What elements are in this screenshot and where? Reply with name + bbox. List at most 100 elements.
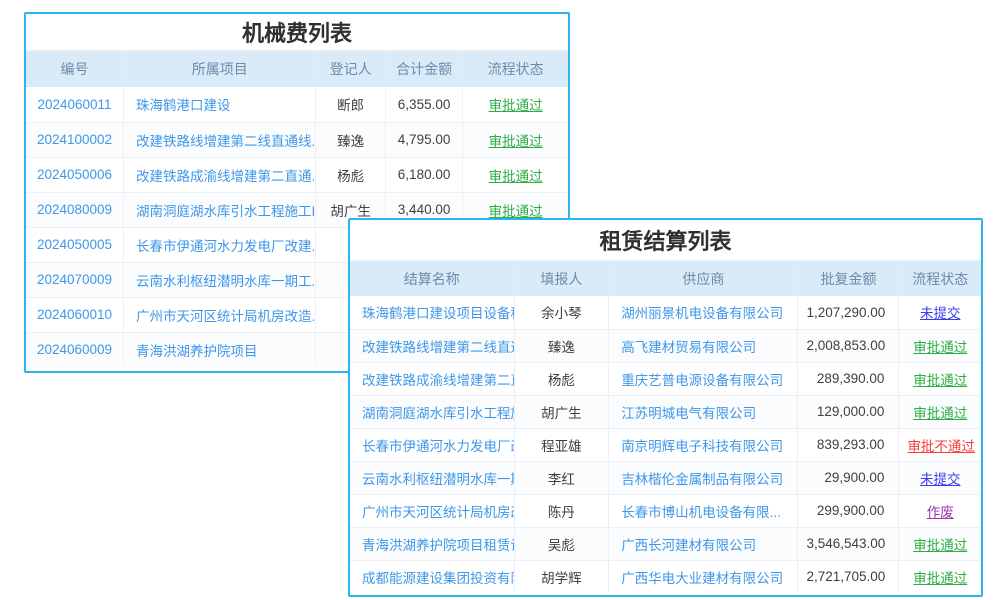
project-link[interactable]: 改建铁路线增建第二线直通线... <box>136 134 316 149</box>
cell-id[interactable]: 2024050005 <box>26 227 124 262</box>
column-header-amount: 合计金额 <box>385 51 463 87</box>
cell-supplier[interactable]: 高飞建材贸易有限公司 <box>609 329 798 362</box>
table-row: 长春市伊通河水力发电厂改建工程...程亚雄南京明辉电子科技有限公司839,293… <box>350 428 981 461</box>
cell-status[interactable]: 未提交 <box>899 461 981 494</box>
id-link[interactable]: 2024050005 <box>37 237 112 252</box>
cell-name[interactable]: 广州市天河区统计局机房改造项目 <box>350 494 514 527</box>
cell-name[interactable]: 湖南洞庭湖水库引水工程施工I标设... <box>350 395 514 428</box>
cell-project[interactable]: 珠海鹤港口建设 <box>124 87 316 122</box>
status-badge[interactable]: 未提交 <box>920 472 961 487</box>
name-link[interactable]: 云南水利枢纽潜明水库一期工程施... <box>362 472 514 487</box>
cell-status[interactable]: 审批通过 <box>463 157 568 192</box>
cell-supplier[interactable]: 长春市博山机电设备有限... <box>609 494 798 527</box>
status-badge[interactable]: 审批通过 <box>489 204 543 219</box>
cell-name[interactable]: 改建铁路成渝线增建第二直通线（... <box>350 362 514 395</box>
column-header-filler: 填报人 <box>514 261 609 296</box>
cell-supplier[interactable]: 广西华电大业建材有限公司 <box>609 560 798 593</box>
cell-name[interactable]: 珠海鹤港口建设项目设备租赁结算 <box>350 296 514 329</box>
cell-supplier[interactable]: 重庆艺普电源设备有限公司 <box>609 362 798 395</box>
cell-filler: 李红 <box>514 461 609 494</box>
supplier-link[interactable]: 广西华电大业建材有限公司 <box>621 571 783 586</box>
cell-id[interactable]: 2024060010 <box>26 297 124 332</box>
cell-project[interactable]: 青海洪湖养护院项目 <box>124 332 316 367</box>
cell-project[interactable]: 湖南洞庭湖水库引水工程施工I标 <box>124 192 316 227</box>
cell-status[interactable]: 审批通过 <box>899 329 981 362</box>
cell-supplier[interactable]: 南京明辉电子科技有限公司 <box>609 428 798 461</box>
cell-id[interactable]: 2024080009 <box>26 192 124 227</box>
cell-project[interactable]: 长春市伊通河水力发电厂改建... <box>124 227 316 262</box>
supplier-link[interactable]: 重庆艺普电源设备有限公司 <box>621 373 783 388</box>
cell-status[interactable]: 作废 <box>899 494 981 527</box>
supplier-link[interactable]: 南京明辉电子科技有限公司 <box>621 439 783 454</box>
status-badge[interactable]: 审批通过 <box>913 571 967 586</box>
id-link[interactable]: 2024060011 <box>37 97 111 112</box>
status-badge[interactable]: 审批通过 <box>489 98 543 113</box>
status-badge[interactable]: 审批不通过 <box>907 439 975 454</box>
status-badge[interactable]: 未提交 <box>920 306 961 321</box>
name-link[interactable]: 湖南洞庭湖水库引水工程施工I标设... <box>362 406 514 421</box>
cell-supplier[interactable]: 广西长河建材有限公司 <box>609 527 798 560</box>
supplier-link[interactable]: 长春市博山机电设备有限... <box>621 505 781 520</box>
cell-name[interactable]: 云南水利枢纽潜明水库一期工程施... <box>350 461 514 494</box>
supplier-link[interactable]: 高飞建材贸易有限公司 <box>621 340 756 355</box>
status-badge[interactable]: 审批通过 <box>913 406 967 421</box>
cell-id[interactable]: 2024060009 <box>26 332 124 367</box>
project-link[interactable]: 广州市天河区统计局机房改造... <box>136 309 316 324</box>
cell-id[interactable]: 2024070009 <box>26 262 124 297</box>
project-link[interactable]: 云南水利枢纽潜明水库一期工... <box>136 274 316 289</box>
id-link[interactable]: 2024080009 <box>37 202 112 217</box>
id-link[interactable]: 2024060010 <box>37 307 112 322</box>
cell-supplier[interactable]: 江苏明城电气有限公司 <box>609 395 798 428</box>
status-badge[interactable]: 作废 <box>927 505 954 520</box>
cell-supplier[interactable]: 湖州丽景机电设备有限公司 <box>609 296 798 329</box>
column-header-name: 结算名称 <box>350 261 514 296</box>
cell-status[interactable]: 未提交 <box>899 296 981 329</box>
cell-id[interactable]: 2024050006 <box>26 157 124 192</box>
cell-name[interactable]: 成都能源建设集团投资有限公司临... <box>350 560 514 593</box>
supplier-link[interactable]: 广西长河建材有限公司 <box>621 538 756 553</box>
project-link[interactable]: 青海洪湖养护院项目 <box>136 344 258 359</box>
cell-status[interactable]: 审批通过 <box>463 87 568 122</box>
cell-name[interactable]: 改建铁路线增建第二线直通线（成... <box>350 329 514 362</box>
status-badge[interactable]: 审批通过 <box>913 538 967 553</box>
supplier-link[interactable]: 吉林楷伦金属制品有限公司 <box>621 472 783 487</box>
cell-project[interactable]: 云南水利枢纽潜明水库一期工... <box>124 262 316 297</box>
name-link[interactable]: 广州市天河区统计局机房改造项目 <box>362 505 514 520</box>
cell-status[interactable]: 审批通过 <box>899 362 981 395</box>
cell-name[interactable]: 长春市伊通河水力发电厂改建工程... <box>350 428 514 461</box>
id-link[interactable]: 2024070009 <box>37 272 112 287</box>
cell-name[interactable]: 青海洪湖养护院项目租赁设备结算 <box>350 527 514 560</box>
status-badge[interactable]: 审批通过 <box>913 373 967 388</box>
name-link[interactable]: 改建铁路线增建第二线直通线（成... <box>362 340 514 355</box>
cell-status[interactable]: 审批不通过 <box>899 428 981 461</box>
name-link[interactable]: 成都能源建设集团投资有限公司临... <box>362 571 514 586</box>
name-link[interactable]: 青海洪湖养护院项目租赁设备结算 <box>362 538 514 553</box>
status-badge[interactable]: 审批通过 <box>489 169 543 184</box>
id-link[interactable]: 2024050006 <box>37 167 112 182</box>
cell-status[interactable]: 审批通过 <box>899 560 981 593</box>
project-link[interactable]: 珠海鹤港口建设 <box>136 98 231 113</box>
cell-id[interactable]: 2024100002 <box>26 122 124 157</box>
cell-status[interactable]: 审批通过 <box>463 122 568 157</box>
cell-id[interactable]: 2024060011 <box>26 87 124 122</box>
status-badge[interactable]: 审批通过 <box>913 340 967 355</box>
cell-project[interactable]: 广州市天河区统计局机房改造... <box>124 297 316 332</box>
cell-status[interactable]: 审批通过 <box>899 395 981 428</box>
project-link[interactable]: 长春市伊通河水力发电厂改建... <box>136 239 316 254</box>
name-link[interactable]: 长春市伊通河水力发电厂改建工程... <box>362 439 514 454</box>
cell-amount: 29,900.00 <box>798 461 899 494</box>
supplier-link[interactable]: 湖州丽景机电设备有限公司 <box>621 306 783 321</box>
table-row: 青海洪湖养护院项目租赁设备结算吴彪广西长河建材有限公司3,546,543.00审… <box>350 527 981 560</box>
name-link[interactable]: 珠海鹤港口建设项目设备租赁结算 <box>362 306 514 321</box>
cell-supplier[interactable]: 吉林楷伦金属制品有限公司 <box>609 461 798 494</box>
status-badge[interactable]: 审批通过 <box>489 134 543 149</box>
supplier-link[interactable]: 江苏明城电气有限公司 <box>621 406 756 421</box>
name-link[interactable]: 改建铁路成渝线增建第二直通线（... <box>362 373 514 388</box>
project-link[interactable]: 湖南洞庭湖水库引水工程施工I标 <box>136 204 316 219</box>
cell-project[interactable]: 改建铁路线增建第二线直通线... <box>124 122 316 157</box>
id-link[interactable]: 2024100002 <box>37 132 112 147</box>
cell-project[interactable]: 改建铁路成渝线增建第二直通... <box>124 157 316 192</box>
cell-status[interactable]: 审批通过 <box>899 527 981 560</box>
project-link[interactable]: 改建铁路成渝线增建第二直通... <box>136 169 316 184</box>
id-link[interactable]: 2024060009 <box>37 342 112 357</box>
